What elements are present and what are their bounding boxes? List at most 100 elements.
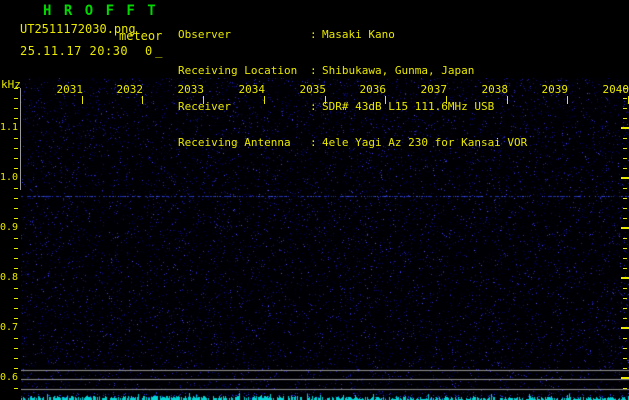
info-row-location: Receiving Location: Shibukawa, Gunma, Jap… (178, 65, 527, 77)
y-axis-tick-right (623, 118, 627, 119)
y-axis-tick (14, 168, 18, 169)
y-axis-tick-right (623, 188, 627, 189)
station-label: meteor (119, 29, 163, 43)
y-axis-tick-right (623, 348, 627, 349)
y-axis-tick-right (623, 158, 627, 159)
y-axis-tick-right (623, 98, 627, 99)
y-axis-line (20, 88, 21, 190)
x-axis-tick (385, 96, 386, 104)
info-label: Receiving Antenna (178, 136, 291, 149)
x-axis-tick (567, 96, 568, 104)
y-axis-major-tick-right (621, 227, 629, 229)
x-axis-time-label: 2033 (177, 83, 205, 96)
y-axis-tick-right (623, 148, 627, 149)
y-axis-tick (14, 238, 18, 239)
y-axis-tick-label: 0.8 (0, 272, 19, 283)
x-axis-tick (203, 96, 204, 104)
y-axis-tick (14, 208, 18, 209)
y-axis-tick-label: 0.7 (0, 322, 19, 333)
y-axis-tick-right (623, 288, 627, 289)
y-axis-tick-label: 1.0 (0, 172, 19, 183)
info-value: Shibukawa, Gunma, Japan (322, 64, 475, 77)
y-axis-major-tick-right (621, 377, 629, 379)
y-axis-tick (14, 368, 18, 369)
hrofft-window: H R O F F T UT2511172030.png meteor 25.1… (0, 0, 629, 400)
y-axis-major-tick-right (621, 277, 629, 279)
x-axis-tick (507, 96, 508, 104)
y-axis-tick (14, 88, 18, 89)
x-axis-time-label: 2034 (238, 83, 266, 96)
y-axis-tick (14, 348, 18, 349)
info-label: Receiving Location (178, 64, 298, 77)
y-axis-tick (14, 358, 18, 359)
y-axis-tick-right (623, 368, 627, 369)
x-axis-time-label: 2040 (602, 83, 629, 96)
y-axis-tick (14, 158, 18, 159)
y-axis-tick-right (623, 248, 627, 249)
y-axis-tick-label: 1.1 (0, 122, 19, 133)
y-axis-major-tick-right (621, 327, 629, 329)
y-axis-tick (14, 258, 18, 259)
observation-info: Observer: Masaki Kano Receiving Location:… (178, 5, 527, 173)
y-axis-tick (14, 98, 18, 99)
y-axis-tick-right (623, 208, 627, 209)
info-row-observer: Observer: Masaki Kano (178, 29, 527, 41)
y-axis-tick (14, 108, 18, 109)
y-axis-tick (14, 198, 18, 199)
info-value: SDR# 43dB L15 111.6MHz USB (322, 100, 495, 113)
x-axis-tick (82, 96, 83, 104)
y-axis-tick-right (623, 388, 627, 389)
info-label: Observer (178, 28, 231, 41)
y-axis-tick-right (623, 218, 627, 219)
info-value: 4ele Yagi Az 230 for Kansai VOR (322, 136, 528, 149)
y-axis-tick-right (623, 338, 627, 339)
y-axis-unit-label: kHz (1, 78, 21, 91)
y-axis-tick (14, 318, 18, 319)
echo-count: 0_ (145, 44, 166, 58)
x-axis-time-label: 2037 (420, 83, 448, 96)
y-axis-tick (14, 248, 18, 249)
y-axis-tick-right (623, 108, 627, 109)
info-separator: : (310, 136, 317, 149)
y-axis-tick (14, 188, 18, 189)
y-axis-tick (14, 308, 18, 309)
y-axis-major-tick-right (621, 177, 629, 179)
info-separator: : (310, 28, 317, 41)
y-axis-tick (14, 338, 18, 339)
y-axis-tick-right (623, 238, 627, 239)
capture-datetime: 25.11.17 20:30 (20, 44, 129, 58)
info-row-receiver: Receiver: SDR# 43dB L15 111.6MHz USB (178, 101, 527, 113)
info-separator: : (310, 100, 317, 113)
y-axis-tick (14, 298, 18, 299)
y-axis-tick (14, 218, 18, 219)
x-axis-time-label: 2036 (359, 83, 387, 96)
y-axis-tick-right (623, 308, 627, 309)
x-axis-tick (325, 96, 326, 104)
y-axis-tick-right (623, 268, 627, 269)
x-axis-tick (142, 96, 143, 104)
y-axis-tick-right (623, 198, 627, 199)
y-axis-major-tick-right (621, 127, 629, 129)
x-axis-time-label: 2032 (116, 83, 144, 96)
x-axis-tick (264, 96, 265, 104)
y-axis-tick-right (623, 138, 627, 139)
info-label: Receiver (178, 100, 231, 113)
y-axis-tick-right (623, 258, 627, 259)
y-axis-tick (14, 288, 18, 289)
y-axis-tick-label: 0.9 (0, 222, 19, 233)
y-axis-tick (14, 118, 18, 119)
app-title: H R O F F T (43, 3, 158, 19)
y-axis-tick-label: 0.6 (0, 372, 19, 383)
info-separator: : (310, 64, 317, 77)
x-axis-tick (446, 96, 447, 104)
info-value: Masaki Kano (322, 28, 395, 41)
info-row-antenna: Receiving Antenna:4ele Yagi Az 230 for K… (178, 137, 527, 149)
x-axis-time-label: 2039 (541, 83, 569, 96)
y-axis-tick (14, 268, 18, 269)
y-axis-tick (14, 138, 18, 139)
x-axis-time-label: 2035 (299, 83, 327, 96)
y-axis-tick (14, 148, 18, 149)
y-axis-tick (14, 388, 18, 389)
y-axis-tick-right (623, 318, 627, 319)
y-axis-tick-right (623, 168, 627, 169)
